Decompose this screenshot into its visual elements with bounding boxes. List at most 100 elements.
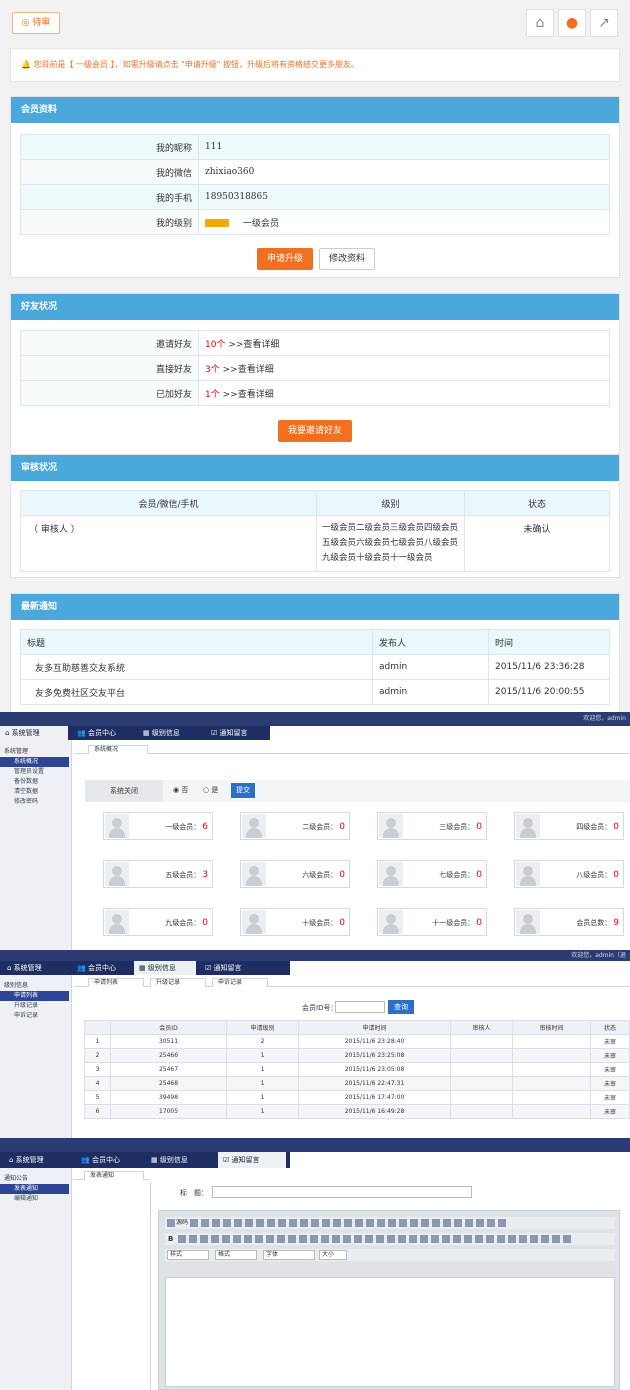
- tab-levels[interactable]: ▦ 级别信息: [146, 1152, 188, 1168]
- avatar-icon: [105, 814, 129, 838]
- phone-label: 我的手机: [20, 184, 199, 210]
- source-button[interactable]: 源码: [176, 1219, 188, 1226]
- card-count: 0: [476, 870, 482, 880]
- submit-button[interactable]: 提交: [231, 783, 255, 798]
- news-row[interactable]: 友多互助慈善交友系统 admin 2015/11/6 23:36:28: [20, 654, 610, 680]
- sidebar-item[interactable]: 管理员设置: [0, 767, 71, 777]
- font-select[interactable]: 字体: [263, 1250, 315, 1260]
- title-label: 标 题：: [180, 1189, 208, 1197]
- pending-button[interactable]: ◎ 待审: [12, 12, 60, 34]
- invite-friend-button[interactable]: 我要邀请好友: [278, 420, 352, 442]
- member-id-input[interactable]: [335, 1001, 385, 1013]
- external-link-icon[interactable]: ↗: [590, 9, 618, 37]
- card-count: 0: [613, 870, 619, 880]
- nickname-label: 我的昵称: [20, 134, 199, 160]
- sidebar-item[interactable]: 修改密码: [0, 797, 71, 807]
- level-card: 一级会员： 6: [103, 812, 213, 840]
- avatar-icon: [379, 910, 403, 934]
- tab-members[interactable]: 👥 会员中心: [76, 1152, 120, 1168]
- audit-panel: 审核状况 会员/微信/手机 级别 状态 （ 审核人 ）一级会员二级会员三级会员四级会…: [10, 454, 620, 578]
- tab-system[interactable]: ⌂ 系统管理: [2, 961, 42, 975]
- avatar-icon: [105, 910, 129, 934]
- format-select[interactable]: 格式: [215, 1250, 257, 1260]
- sub-tabs: 发表通知: [74, 1170, 150, 1180]
- panel-title: 审核状况: [11, 455, 619, 481]
- level-card: 二级会员： 0: [240, 812, 350, 840]
- tab-notices[interactable]: ☑ 通知留言: [218, 1152, 286, 1168]
- sidebar: 通知公告 发表通知 编辑通知: [0, 1168, 72, 1390]
- sidebar: 级别信息 申请列表 升级记录 申诉记录: [0, 975, 72, 1138]
- subtab-overview[interactable]: 系统概况: [88, 745, 148, 754]
- top-bar: [0, 1138, 630, 1152]
- news-row[interactable]: 友多免费社区交友平台 admin 2015/11/6 20:00:55: [20, 679, 610, 705]
- level-card: 六级会员： 0: [240, 860, 350, 888]
- subtab[interactable]: 发表通知: [84, 1171, 144, 1180]
- sidebar-item[interactable]: 申请列表: [0, 991, 69, 1001]
- welcome-bar: 欢迎您，admin: [0, 712, 630, 726]
- col-status: 状态: [464, 490, 610, 516]
- tab-members[interactable]: 👥 会员中心: [72, 961, 116, 975]
- level-value: 一级会员: [243, 218, 280, 229]
- sidebar-head: 级别信息: [4, 982, 29, 989]
- nickname-value: 111: [198, 134, 610, 160]
- card-label: 九级会员： 0: [165, 918, 208, 928]
- subtab[interactable]: 申请列表: [88, 978, 144, 987]
- subtab[interactable]: 申诉记录: [212, 978, 268, 987]
- style-select[interactable]: 样式: [167, 1250, 209, 1260]
- tab-system[interactable]: ⌂ 系统管理: [0, 726, 68, 740]
- radio-no[interactable]: ◉ 否: [173, 785, 188, 795]
- sidebar-item[interactable]: 清空数据: [0, 787, 71, 797]
- table-row[interactable]: 1 30511 2 2015/11/6 23:28:40 未审: [84, 1034, 630, 1049]
- invited-count: 10个: [205, 339, 226, 350]
- card-label: 会员总数： 9: [576, 918, 619, 928]
- table-row[interactable]: 5 39498 1 2015/11/6 17:47:00 未审: [84, 1090, 630, 1105]
- table-row[interactable]: 3 25467 1 2015/11/6 23:05:08 未审: [84, 1062, 630, 1077]
- close-setting-row: 系统关闭 ◉ 否 ○ 是 提交: [85, 780, 630, 802]
- card-label: 八级会员： 0: [576, 870, 619, 880]
- tab-system[interactable]: ⌂ 系统管理: [4, 1152, 44, 1168]
- apply-upgrade-button[interactable]: 申请升级: [257, 248, 313, 270]
- tab-notices[interactable]: ☑ 通知留言: [206, 726, 248, 740]
- sidebar-item[interactable]: 申诉记录: [0, 1011, 71, 1021]
- sidebar-item[interactable]: 系统概况: [0, 757, 69, 767]
- main-nav: ⌂ 系统管理 👥 会员中心 ▦ 级别信息 ☑ 通知留言: [0, 961, 290, 975]
- edit-profile-button[interactable]: 修改资料: [319, 248, 375, 270]
- search-button[interactable]: 查询: [388, 1000, 414, 1014]
- tab-levels[interactable]: ▦ 级别信息: [134, 961, 196, 975]
- table-row[interactable]: 6 17005 1 2015/11/6 16:49:28 未审: [84, 1104, 630, 1119]
- card-label: 六级会员： 0: [302, 870, 345, 880]
- tab-members[interactable]: 👥 会员中心: [72, 726, 116, 740]
- avatar-icon: [242, 910, 266, 934]
- sidebar-item[interactable]: 升级记录: [0, 1001, 71, 1011]
- sidebar-item[interactable]: 备份数据: [0, 777, 71, 787]
- user-icon[interactable]: ●: [558, 9, 586, 37]
- editor-content-area[interactable]: [165, 1277, 615, 1387]
- view-detail-link[interactable]: >>查看详细: [228, 340, 279, 350]
- admin-system-overview: 欢迎您，admin ⌂ 系统管理 👥 会员中心 ▦ 级别信息 ☑ 通知留言 系统…: [0, 712, 630, 950]
- table-row[interactable]: 4 25468 1 2015/11/6 22:47:31 未审: [84, 1076, 630, 1091]
- level-card: 三级会员： 0: [377, 812, 487, 840]
- sidebar-head: 系统管理: [4, 748, 29, 755]
- tab-levels[interactable]: ▦ 级别信息: [138, 726, 180, 740]
- avatar-icon: [379, 862, 403, 886]
- friends-table: 邀请好友 10个 >>查看详细 直接好友 3个 >>查看详细 已加好友 1个 >>查看…: [20, 330, 610, 406]
- avatar-icon: [516, 910, 540, 934]
- profile-table: 我的昵称 111 我的微信 zhixiao360 我的手机 18950318865 我…: [20, 134, 610, 235]
- tab-notices[interactable]: ☑ 通知留言: [200, 961, 242, 975]
- sidebar-item[interactable]: 发表通知: [0, 1184, 69, 1194]
- view-detail-link[interactable]: >>查看详细: [223, 390, 274, 400]
- title-input[interactable]: [212, 1186, 472, 1198]
- level-card: 会员总数： 9: [514, 908, 624, 936]
- home-icon[interactable]: ⌂: [526, 9, 554, 37]
- added-count: 1个: [205, 389, 220, 400]
- col-title: 标题: [20, 629, 373, 655]
- sidebar-item[interactable]: 编辑通知: [0, 1194, 71, 1204]
- radio-yes[interactable]: ○ 是: [203, 785, 218, 795]
- card-count: 9: [613, 918, 619, 928]
- view-detail-link[interactable]: >>查看详细: [223, 365, 274, 375]
- subtab[interactable]: 升级记录: [150, 978, 206, 987]
- avatar-icon: [516, 814, 540, 838]
- level-card: 五级会员： 3: [103, 860, 213, 888]
- table-row[interactable]: 2 25466 1 2015/11/6 23:25:08 未审: [84, 1048, 630, 1063]
- size-select[interactable]: 大小: [319, 1250, 347, 1260]
